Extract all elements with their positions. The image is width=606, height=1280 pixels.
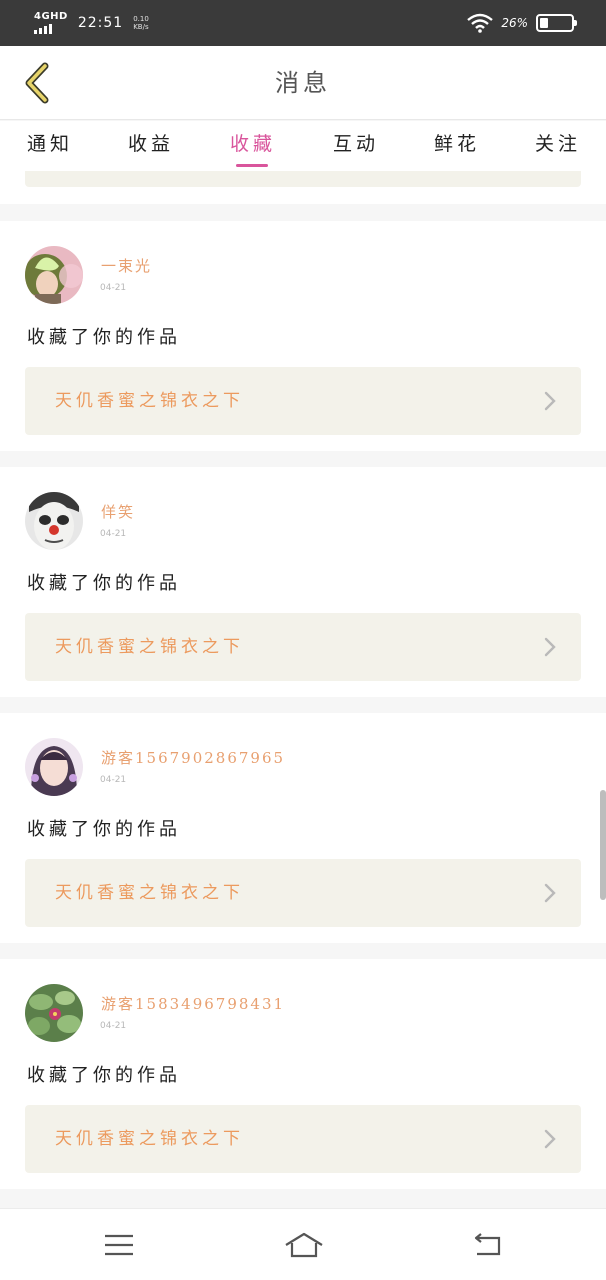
back-nav-button[interactable] [462,1227,512,1263]
wifi-icon [467,13,494,33]
message-card-partial [0,171,606,204]
avatar[interactable] [25,984,83,1042]
tab-notifications[interactable]: 通知 [10,121,90,171]
message-date: 04-21 [100,529,127,539]
message-date: 04-21 [100,775,127,785]
message-card: 一束光 04-21 收藏了你的作品 天仉香蜜之锦衣之下 [0,221,606,451]
work-title: 天仉香蜜之锦衣之下 [55,883,244,903]
message-text: 收藏了你的作品 [27,819,181,840]
tab-flowers[interactable]: 鲜花 [417,121,497,171]
back-arrow-icon [474,1233,501,1256]
message-text: 收藏了你的作品 [27,1065,181,1086]
work-title: 天仉香蜜之锦衣之下 [55,637,244,657]
network-type: 4GHD [34,11,68,22]
work-title: 天仉香蜜之锦衣之下 [55,391,244,411]
username[interactable]: 游客1583496798431 [101,993,285,1014]
network-speed: 0.10 KB/s [133,15,149,31]
message-text: 收藏了你的作品 [27,327,181,348]
app-header: 消息 [0,46,606,120]
clock: 22:51 [77,15,124,31]
tab-following[interactable]: 关注 [518,121,598,171]
message-card: 游客1567902867965 04-21 收藏了你的作品 天仉香蜜之锦衣之下 [0,713,606,943]
battery-fill [540,18,548,28]
avatar[interactable] [25,738,83,796]
chevron-right-icon [544,1129,556,1149]
message-card: 游客1583496798431 04-21 收藏了你的作品 天仉香蜜之锦衣之下 [0,959,606,1189]
battery-icon [536,14,577,32]
tab-earnings[interactable]: 收益 [111,121,191,171]
work-link[interactable]: 天仉香蜜之锦衣之下 [25,613,581,681]
home-button[interactable] [279,1227,329,1263]
username[interactable]: 一束光 [101,255,152,276]
message-text: 收藏了你的作品 [27,573,181,594]
menu-button[interactable] [94,1227,144,1263]
battery-percent: 26% [501,16,528,30]
username[interactable]: 游客1567902867965 [101,747,285,768]
work-link[interactable]: 天仉香蜜之锦衣之下 [25,1105,581,1173]
page-title: 消息 [275,69,331,97]
work-link[interactable]: 天仉香蜜之锦衣之下 [25,859,581,927]
message-date: 04-21 [100,1021,127,1031]
username[interactable]: 佯笑 [101,501,135,522]
signal-icon [34,24,52,34]
avatar[interactable] [25,492,83,550]
active-tab-indicator [236,164,268,167]
status-left: 4GHD 22:51 0.10 KB/s [34,12,149,34]
home-icon [285,1232,323,1258]
chevron-right-icon [544,883,556,903]
status-right: 26% [467,13,577,33]
tab-interactions[interactable]: 互动 [316,121,396,171]
system-nav-bar [0,1208,606,1280]
message-card: 佯笑 04-21 收藏了你的作品 天仉香蜜之锦衣之下 [0,467,606,697]
work-link-partial[interactable] [25,171,581,187]
scrollbar[interactable] [600,790,606,900]
chevron-right-icon [544,391,556,411]
chevron-right-icon [544,637,556,657]
avatar[interactable] [25,246,83,304]
message-date: 04-21 [100,283,127,293]
tab-bar: 通知 收益 收藏 互动 鲜花 关注 [0,121,606,171]
work-link[interactable]: 天仉香蜜之锦衣之下 [25,367,581,435]
status-bar: 4GHD 22:51 0.10 KB/s 26% [0,0,606,46]
work-title: 天仉香蜜之锦衣之下 [55,1129,244,1149]
network-indicator: 4GHD [34,12,68,34]
menu-icon [105,1234,133,1256]
